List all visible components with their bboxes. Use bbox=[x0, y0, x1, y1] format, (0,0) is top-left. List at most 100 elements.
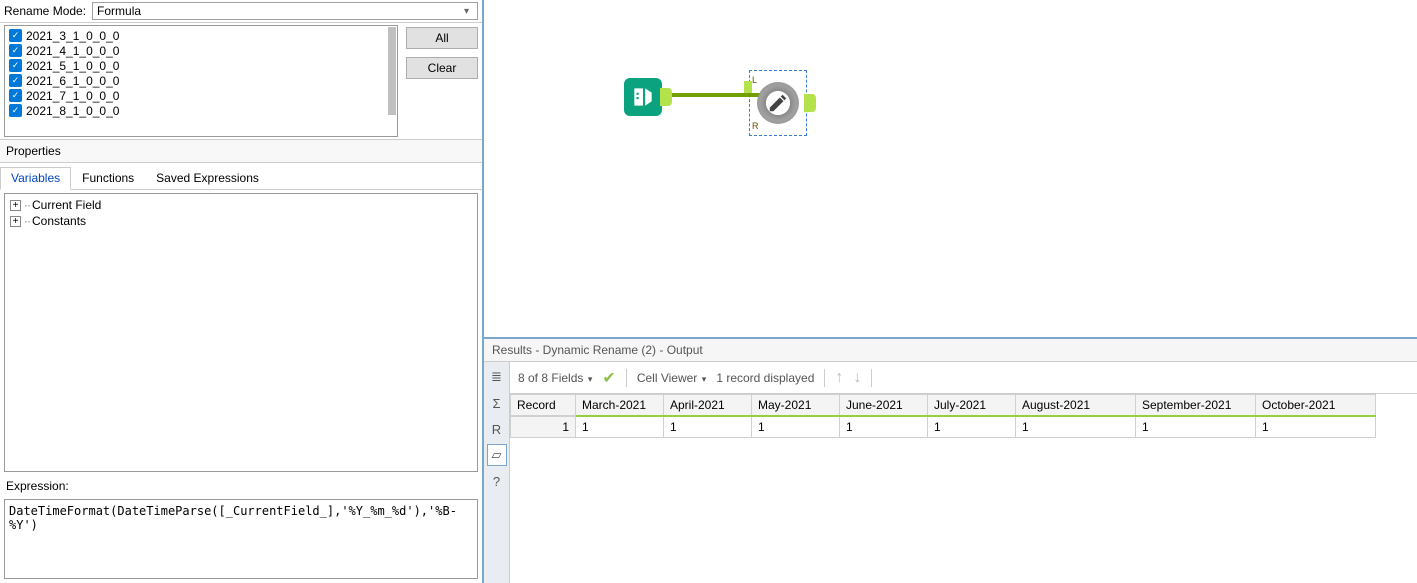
input-l-view-button[interactable]: Σ bbox=[487, 392, 507, 414]
properties-tabs: Variables Functions Saved Expressions bbox=[0, 163, 482, 190]
row-number: 1 bbox=[511, 416, 576, 438]
dynamic-rename-tool[interactable]: L R bbox=[749, 70, 807, 136]
fields-summary[interactable]: 8 of 8 Fields ▾ bbox=[518, 371, 592, 385]
port-r-label: R bbox=[752, 121, 759, 131]
header-row: Record March-2021 April-2021 May-2021 Ju… bbox=[511, 395, 1376, 417]
output-anchor-icon[interactable] bbox=[660, 88, 672, 106]
tree-item-current-field[interactable]: +·· Current Field bbox=[10, 197, 472, 213]
right-panel: L R Results - Dynamic Rename (2) - Outpu… bbox=[484, 0, 1417, 583]
apply-check-icon[interactable]: ✔ bbox=[602, 368, 615, 388]
output-view-button[interactable]: ▱ bbox=[487, 444, 507, 466]
cell[interactable]: 1 bbox=[1016, 416, 1136, 438]
tree-dots-icon: ·· bbox=[24, 198, 30, 212]
caret-down-icon: ▾ bbox=[585, 374, 592, 384]
rename-mode-value: Formula bbox=[97, 4, 141, 18]
fields-summary-text: 8 of 8 Fields bbox=[518, 371, 583, 385]
column-header[interactable]: July-2021 bbox=[928, 395, 1016, 417]
arrow-up-icon[interactable]: ↑ bbox=[835, 369, 843, 387]
input-r-view-button[interactable]: R bbox=[487, 418, 507, 440]
column-header[interactable]: May-2021 bbox=[752, 395, 840, 417]
cell[interactable]: 1 bbox=[664, 416, 752, 438]
cell[interactable]: 1 bbox=[1136, 416, 1256, 438]
checkbox-icon[interactable] bbox=[9, 104, 22, 117]
field-item[interactable]: 2021_4_1_0_0_0 bbox=[5, 43, 397, 58]
tab-functions[interactable]: Functions bbox=[71, 167, 145, 189]
all-button[interactable]: All bbox=[406, 27, 478, 49]
cell[interactable]: 1 bbox=[840, 416, 928, 438]
workflow-canvas[interactable]: L R bbox=[484, 0, 1417, 339]
port-l-label: L bbox=[752, 75, 757, 85]
checkbox-icon[interactable] bbox=[9, 89, 22, 102]
field-item[interactable]: 2021_6_1_0_0_0 bbox=[5, 73, 397, 88]
tab-saved-expressions[interactable]: Saved Expressions bbox=[145, 167, 270, 189]
cell-viewer-dropdown[interactable]: Cell Viewer ▾ bbox=[637, 371, 707, 385]
help-view-button[interactable]: ? bbox=[487, 470, 507, 492]
tab-variables[interactable]: Variables bbox=[0, 167, 71, 190]
fields-buttons: All Clear bbox=[402, 23, 482, 139]
clear-button[interactable]: Clear bbox=[406, 57, 478, 79]
cell[interactable]: 1 bbox=[928, 416, 1016, 438]
table-row[interactable]: 1 1 1 1 1 1 1 1 1 bbox=[511, 416, 1376, 438]
column-header[interactable]: October-2021 bbox=[1256, 395, 1376, 417]
caret-down-icon: ▾ bbox=[699, 374, 706, 384]
rename-mode-select[interactable]: Formula ▾ bbox=[92, 2, 478, 20]
expression-editor[interactable]: DateTimeFormat(DateTimeParse([_CurrentFi… bbox=[4, 499, 478, 579]
tree-item-constants[interactable]: +·· Constants bbox=[10, 213, 472, 229]
results-toolbar: 8 of 8 Fields ▾ ✔ Cell Viewer ▾ 1 record… bbox=[510, 362, 1417, 394]
results-grid[interactable]: Record March-2021 April-2021 May-2021 Ju… bbox=[510, 394, 1417, 583]
fields-list[interactable]: 2021_3_1_0_0_0 2021_4_1_0_0_0 2021_5_1_0… bbox=[4, 25, 398, 137]
properties-header: Properties bbox=[0, 140, 482, 163]
separator bbox=[626, 369, 627, 387]
tree-dots-icon: ·· bbox=[24, 214, 30, 228]
rename-mode-row: Rename Mode: Formula ▾ bbox=[0, 0, 482, 22]
input-data-tool[interactable] bbox=[624, 78, 662, 116]
rename-mode-label: Rename Mode: bbox=[4, 4, 86, 18]
cell[interactable]: 1 bbox=[576, 416, 664, 438]
tree-label: Constants bbox=[32, 214, 86, 228]
column-header[interactable]: March-2021 bbox=[576, 395, 664, 417]
variables-tree[interactable]: +·· Current Field +·· Constants bbox=[4, 193, 478, 472]
field-item[interactable]: 2021_7_1_0_0_0 bbox=[5, 88, 397, 103]
field-label: 2021_4_1_0_0_0 bbox=[26, 44, 119, 58]
arrow-down-icon[interactable]: ↓ bbox=[853, 369, 861, 387]
field-label: 2021_8_1_0_0_0 bbox=[26, 104, 119, 118]
expand-icon[interactable]: + bbox=[10, 216, 21, 227]
field-label: 2021_5_1_0_0_0 bbox=[26, 59, 119, 73]
scrollbar-thumb[interactable] bbox=[388, 27, 396, 115]
column-header[interactable]: April-2021 bbox=[664, 395, 752, 417]
checkbox-icon[interactable] bbox=[9, 59, 22, 72]
column-header[interactable]: June-2021 bbox=[840, 395, 928, 417]
fields-area: 2021_3_1_0_0_0 2021_4_1_0_0_0 2021_5_1_0… bbox=[0, 22, 482, 140]
results-vertical-toolbar: ≣ Σ R ▱ ? bbox=[484, 362, 510, 583]
expression-label: Expression: bbox=[0, 475, 482, 497]
connection-line[interactable] bbox=[664, 93, 762, 97]
tree-label: Current Field bbox=[32, 198, 101, 212]
results-title: Results - Dynamic Rename (2) - Output bbox=[484, 339, 1417, 362]
separator bbox=[824, 369, 825, 387]
input-data-icon bbox=[624, 78, 662, 116]
gear-icon bbox=[757, 82, 799, 124]
column-header[interactable]: September-2021 bbox=[1136, 395, 1256, 417]
column-header[interactable]: August-2021 bbox=[1016, 395, 1136, 417]
field-item[interactable]: 2021_8_1_0_0_0 bbox=[5, 103, 397, 118]
field-label: 2021_7_1_0_0_0 bbox=[26, 89, 119, 103]
expand-icon[interactable]: + bbox=[10, 200, 21, 211]
field-item[interactable]: 2021_3_1_0_0_0 bbox=[5, 28, 397, 43]
record-header[interactable]: Record bbox=[511, 395, 576, 417]
field-item[interactable]: 2021_5_1_0_0_0 bbox=[5, 58, 397, 73]
results-panel: Results - Dynamic Rename (2) - Output ≣ … bbox=[484, 339, 1417, 583]
checkbox-icon[interactable] bbox=[9, 74, 22, 87]
messages-view-button[interactable]: ≣ bbox=[487, 366, 507, 388]
checkbox-icon[interactable] bbox=[9, 44, 22, 57]
cell[interactable]: 1 bbox=[752, 416, 840, 438]
checkbox-icon[interactable] bbox=[9, 29, 22, 42]
input-anchor-icon[interactable] bbox=[744, 81, 752, 93]
records-summary: 1 record displayed bbox=[716, 371, 814, 385]
cell[interactable]: 1 bbox=[1256, 416, 1376, 438]
output-anchor-icon[interactable] bbox=[804, 94, 816, 112]
config-panel: Rename Mode: Formula ▾ 2021_3_1_0_0_0 20… bbox=[0, 0, 484, 583]
selected-tool-frame: L R bbox=[749, 70, 807, 136]
field-label: 2021_6_1_0_0_0 bbox=[26, 74, 119, 88]
field-label: 2021_3_1_0_0_0 bbox=[26, 29, 119, 43]
cell-viewer-label: Cell Viewer bbox=[637, 371, 697, 385]
